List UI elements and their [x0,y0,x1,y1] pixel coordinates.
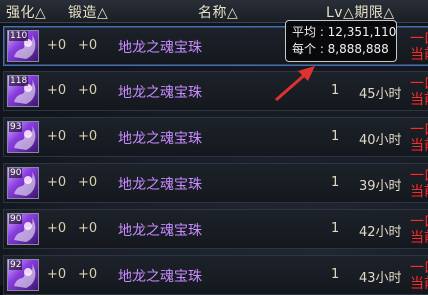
forge-value: +0 [78,83,98,98]
item-row[interactable]: 118 +0 +0 地龙之魂宝珠 1 45小时 一口 当前 [3,71,428,111]
limit-bottom: 当前 [410,230,428,246]
forge-value: +0 [78,129,98,144]
tooltip-average: 平均 : 12,351,110 [292,25,397,39]
limit-top: 一口 [410,214,428,230]
strengthen-value: +0 [47,129,67,144]
item-name: 地龙之魂宝珠 [118,85,202,101]
strengthen-value: +0 [47,175,67,190]
item-level-badge: 118 [9,76,29,86]
header-forge[interactable]: 锻造△ [68,2,108,22]
strengthen-value: +0 [47,83,67,98]
item-row[interactable]: 90 +0 +0 地龙之魂宝珠 1 39小时 一口 当前 [3,163,428,203]
item-name: 地龙之魂宝珠 [118,223,202,239]
header-name[interactable]: 名称△ [198,2,238,22]
limit-top: 一口 [410,168,428,184]
item-name: 地龙之魂宝珠 [118,269,202,285]
orb-item-icon[interactable]: 90 [7,213,39,245]
item-level-badge: 90 [9,214,23,224]
strengthen-value: +0 [47,38,67,53]
item-row[interactable]: 90 +0 +0 地龙之魂宝珠 1 42小时 一口 当前 [3,209,428,249]
orb-item-icon[interactable]: 92 [7,259,39,291]
forge-value: +0 [78,38,98,53]
limit-bottom: 当前 [410,47,428,63]
limit-top: 一口 [410,76,428,92]
item-level-badge: 110 [9,31,29,41]
price-tooltip: 平均 : 12,351,110 每个 : 8,888,888 [285,20,397,62]
annotation-arrow [275,66,315,102]
limit-bottom: 当前 [410,276,428,292]
strengthen-value: +0 [47,221,67,236]
forge-value: +0 [78,267,98,282]
item-count: 1 [331,221,340,236]
limit-top: 一口 [410,260,428,276]
item-row[interactable]: 93 +0 +0 地龙之魂宝珠 1 40小时 一口 当前 [3,117,428,157]
item-name: 地龙之魂宝珠 [118,40,202,56]
limit-top: 一口 [410,31,428,47]
item-count: 1 [331,83,340,98]
orb-item-icon[interactable]: 93 [7,121,39,153]
item-duration: 43小时 [359,271,402,286]
orb-item-icon[interactable]: 110 [7,30,39,62]
item-level-badge: 90 [9,168,23,178]
item-name: 地龙之魂宝珠 [118,131,202,147]
header-lv-limit[interactable]: Lv△期限△ [326,2,395,22]
item-row[interactable]: 92 +0 +0 地龙之魂宝珠 1 43小时 一口 当前 [3,255,428,295]
item-name: 地龙之魂宝珠 [118,177,202,193]
limit-bottom: 当前 [410,138,428,154]
item-level-badge: 93 [9,122,23,132]
item-duration: 40小时 [359,133,402,148]
limit-bottom: 当前 [410,184,428,200]
header-strengthen[interactable]: 强化△ [6,2,46,22]
item-duration: 45小时 [359,87,402,102]
forge-value: +0 [78,221,98,236]
orb-item-icon[interactable]: 90 [7,167,39,199]
orb-item-icon[interactable]: 118 [7,75,39,107]
limit-bottom: 当前 [410,92,428,108]
item-count: 1 [331,129,340,144]
tooltip-each: 每个 : 8,888,888 [292,42,389,56]
item-duration: 39小时 [359,179,402,194]
strengthen-value: +0 [47,267,67,282]
item-level-badge: 92 [9,260,23,270]
item-count: 1 [331,267,340,282]
forge-value: +0 [78,175,98,190]
item-count: 1 [331,175,340,190]
item-duration: 42小时 [359,225,402,240]
limit-top: 一口 [410,122,428,138]
